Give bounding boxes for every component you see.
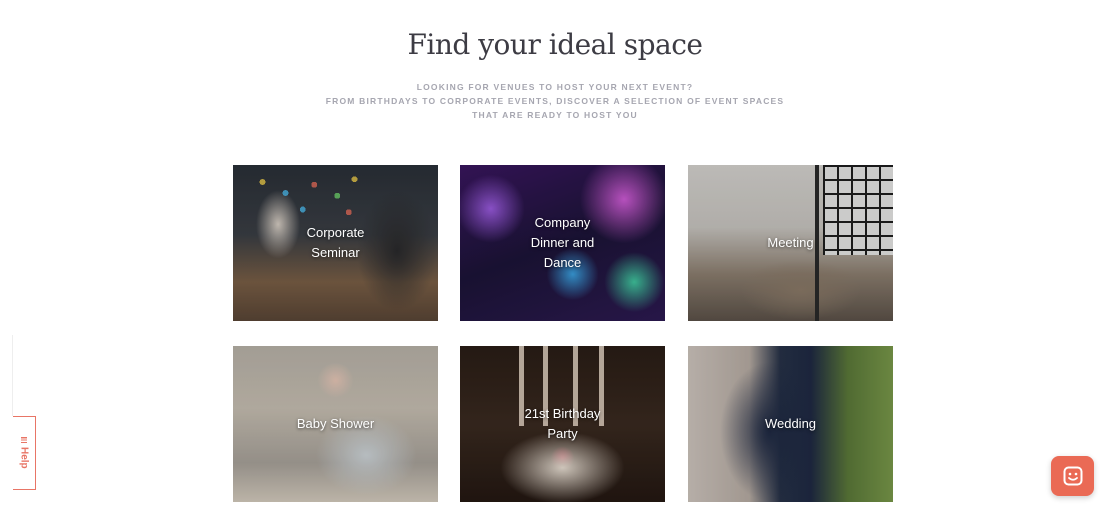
category-label: 21st Birthday Party — [524, 406, 601, 441]
menu-icon — [21, 437, 27, 444]
event-category-grid: Corporate Seminar Company Dinner and Dan… — [233, 165, 895, 502]
help-tab[interactable]: Help — [13, 416, 36, 490]
page-title: Find your ideal space — [407, 28, 703, 61]
subtitle-line: LOOKING FOR VENUES TO HOST YOUR NEXT EVE… — [416, 82, 694, 92]
chat-button[interactable] — [1051, 456, 1094, 496]
category-card-baby-shower[interactable]: Baby Shower — [233, 346, 438, 502]
category-card-company-dinner-and-dance[interactable]: Company Dinner and Dance — [460, 165, 665, 321]
category-label: Corporate Seminar — [306, 225, 365, 260]
subtitle-line: FROM BIRTHDAYS TO CORPORATE EVENTS, DISC… — [325, 96, 785, 106]
subtitle-line: THAT ARE READY TO HOST YOU — [472, 110, 638, 120]
chat-face-icon — [1063, 466, 1082, 486]
category-card-wedding[interactable]: Wedding — [688, 346, 893, 502]
category-card-meeting[interactable]: Meeting — [688, 165, 893, 321]
side-divider — [12, 335, 13, 416]
category-label: Company Dinner and Dance — [530, 215, 595, 270]
page-subtitle: LOOKING FOR VENUES TO HOST YOUR NEXT EVE… — [0, 80, 1110, 122]
category-label: Baby Shower — [296, 416, 375, 431]
page: Find your ideal space LOOKING FOR VENUES… — [0, 0, 1110, 511]
category-card-21st-birthday-party[interactable]: 21st Birthday Party — [460, 346, 665, 502]
category-label: Wedding — [764, 416, 817, 431]
category-card-corporate-seminar[interactable]: Corporate Seminar — [233, 165, 438, 321]
category-label: Meeting — [767, 235, 814, 250]
help-tab-label: Help — [18, 447, 30, 469]
